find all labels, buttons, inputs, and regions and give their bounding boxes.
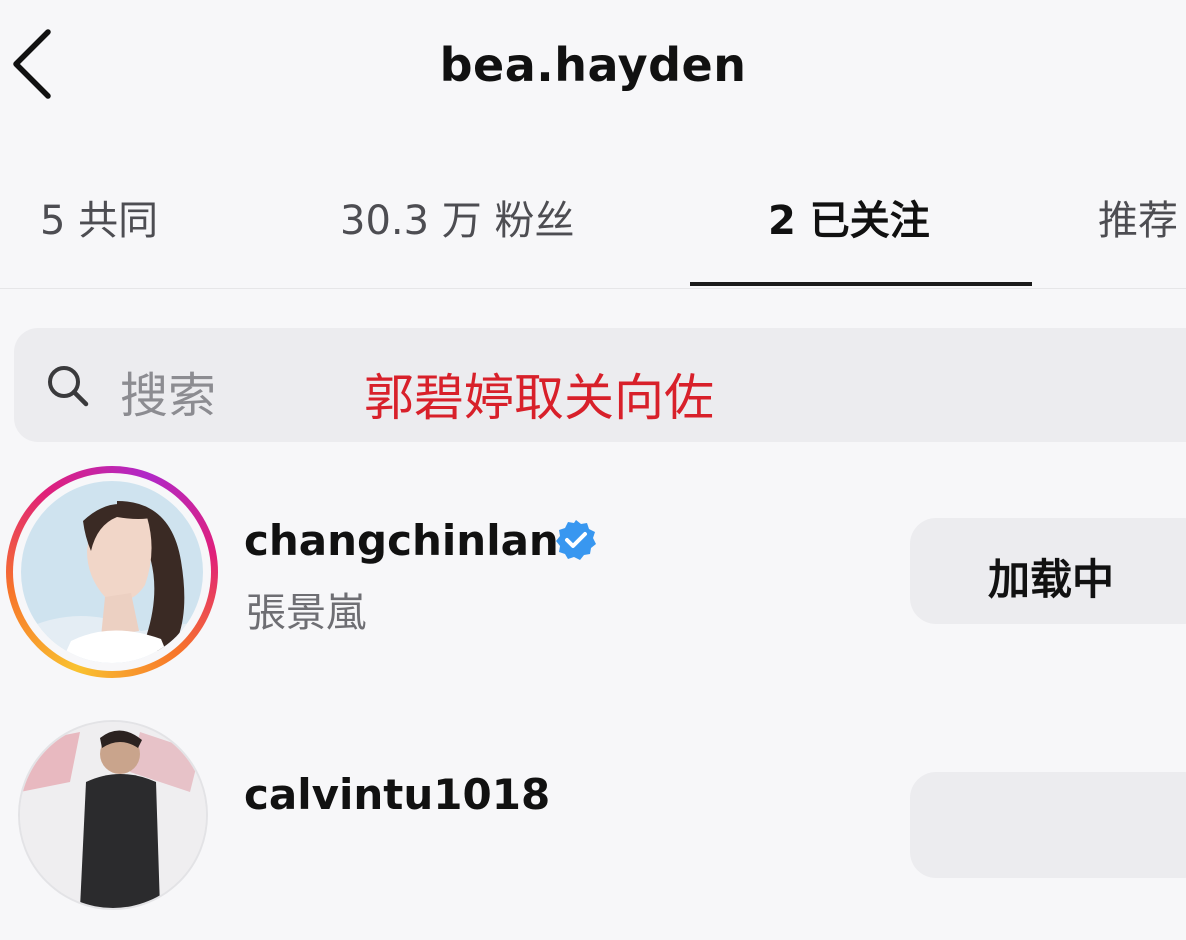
username[interactable]: changchinlan [244, 516, 559, 565]
page-title: bea.hayden [439, 38, 747, 92]
full-name: 張景嵐 [246, 590, 366, 636]
avatar[interactable] [21, 481, 203, 663]
search-icon [48, 366, 89, 407]
verified-badge-icon [556, 520, 596, 560]
list-item[interactable]: changchinlan 張景嵐 加载中 [0, 466, 1186, 686]
search-placeholder: 搜索 [120, 368, 217, 424]
tab-following[interactable]: 2 已关注 [768, 188, 930, 246]
tab-suggested[interactable]: 推荐 [1098, 188, 1178, 246]
list-item[interactable]: calvintu1018 [0, 720, 1186, 940]
overlay-caption: 郭碧婷取关向佐 [364, 369, 714, 427]
tab-followers[interactable]: 30.3 万 粉丝 [340, 188, 575, 246]
active-tab-indicator [690, 282, 1032, 286]
tab-bar: 5 共同 30.3 万 粉丝 2 已关注 推荐 [0, 160, 1186, 289]
username[interactable]: calvintu1018 [244, 770, 550, 819]
nav-header: bea.hayden [0, 0, 1186, 140]
button-label: 加载中 [988, 555, 1115, 604]
tab-mutual[interactable]: 5 共同 [40, 188, 158, 246]
loading-button[interactable]: 加载中 [910, 518, 1186, 624]
story-ring [6, 466, 218, 678]
avatar[interactable] [18, 720, 208, 910]
follow-status-button[interactable] [910, 772, 1186, 878]
